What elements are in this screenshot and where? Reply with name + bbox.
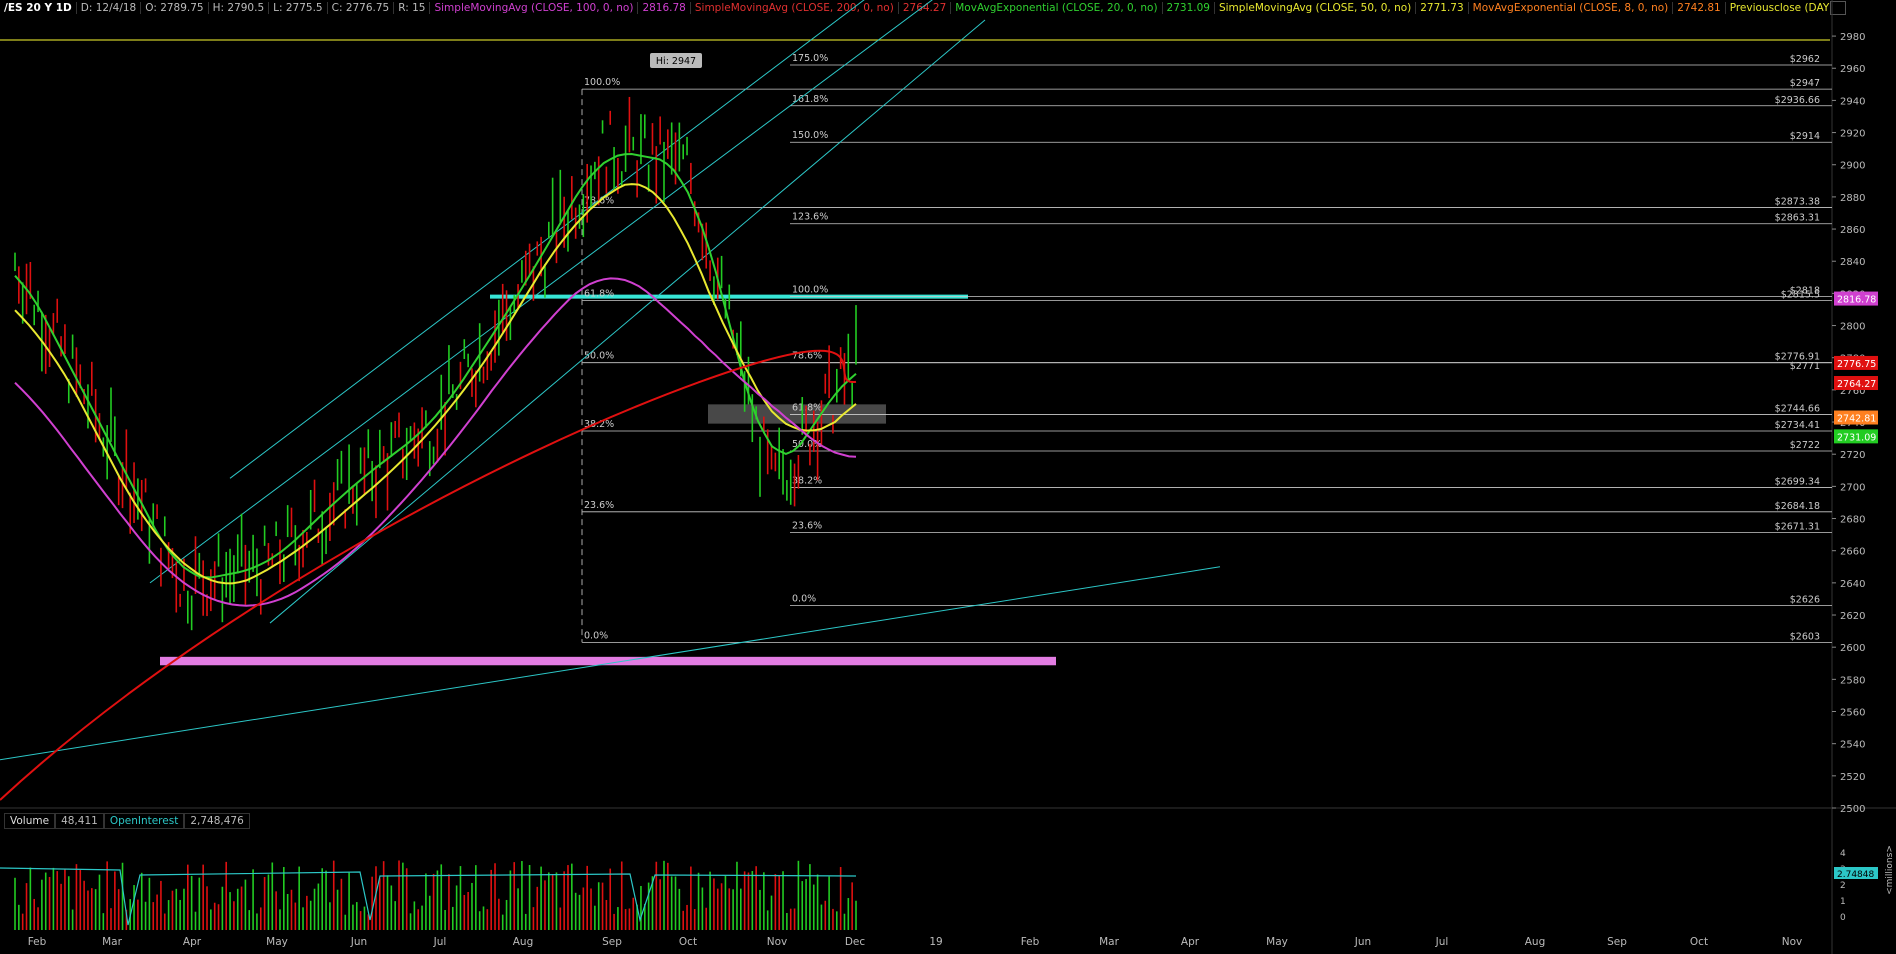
y-tick-label: 2620: [1840, 611, 1865, 622]
last-price-tag-label: 2776.75: [1837, 359, 1876, 370]
volume-tick-label: 4: [1840, 849, 1846, 859]
x-tick-label: 19: [929, 936, 942, 948]
x-tick-label: Oct: [679, 936, 697, 948]
volume-label[interactable]: Volume: [4, 813, 56, 829]
high-annotation: Hi: 2947: [656, 56, 696, 67]
fib-level-label: 175.0%: [792, 53, 828, 64]
fib-level-label: 0.0%: [584, 630, 608, 641]
x-tick-label: Aug: [1525, 936, 1546, 948]
fib-level-label: 161.8%: [792, 94, 828, 105]
x-tick-label: Oct: [1690, 936, 1708, 948]
fib-price-label: $2947: [1790, 78, 1820, 89]
fib-price-label: $2914: [1790, 131, 1820, 142]
volume-tick-label: 1: [1840, 897, 1846, 907]
channel-middle: [149, 0, 933, 584]
volume-tick-label: 2: [1840, 881, 1846, 891]
open-interest-label[interactable]: OpenInterest: [103, 813, 185, 829]
y-tick-label: 2580: [1840, 675, 1865, 686]
price-chart[interactable]: 2500 2520 2540 2560 2580 2600 2620 2640 2660 2680…: [0, 0, 1896, 954]
volume-tick-label: 0: [1840, 913, 1846, 923]
fib-price-label: $2771: [1790, 361, 1820, 372]
fib-price-label: $2815.5: [1781, 290, 1820, 301]
y-tick-label: 2880: [1840, 193, 1865, 204]
x-tick-label: Mar: [1099, 936, 1119, 948]
fib-level-label: 150.0%: [792, 130, 828, 141]
y-tick-label: 2840: [1840, 257, 1865, 268]
x-tick-label: Jun: [350, 936, 367, 948]
x-tick-label: Sep: [1607, 936, 1627, 948]
fib-level-label: 100.0%: [584, 77, 620, 88]
fib-level-label: 50.0%: [584, 351, 614, 362]
y-tick-label: 2560: [1840, 708, 1865, 719]
fib-price-label: $2936.66: [1775, 95, 1820, 106]
y-tick-label: 2960: [1840, 64, 1865, 75]
x-tick-label: Dec: [845, 936, 866, 948]
last-price-tag-label: 2816.78: [1837, 295, 1876, 306]
fib-level-label: 23.6%: [584, 500, 614, 511]
y-tick-label: 2600: [1840, 643, 1865, 654]
fib-price-label: $2863.31: [1775, 213, 1820, 224]
last-price-tag-label: 2742.81: [1837, 414, 1876, 425]
fib-level-label: 0.0%: [792, 593, 816, 604]
open-interest-line: [0, 867, 857, 926]
fib-price-label: $2722: [1790, 440, 1820, 451]
x-tick-label: Mar: [102, 936, 122, 948]
fib-level-label: 61.8%: [792, 403, 822, 414]
y-tick-label: 2520: [1840, 772, 1865, 783]
volume-unit-label: <millions>: [1885, 845, 1895, 895]
volume-value: 48,411: [55, 813, 104, 829]
fib-price-label: $2626: [1790, 594, 1820, 605]
y-tick-label: 2800: [1840, 322, 1865, 333]
last-price-tag-label: 2764.27: [1837, 379, 1876, 390]
x-tick-label: Sep: [602, 936, 622, 948]
x-tick-label: Nov: [767, 936, 788, 948]
x-tick-label: May: [266, 936, 288, 948]
x-tick-label: Jun: [1354, 936, 1371, 948]
fib-price-label: $2684.18: [1775, 501, 1820, 512]
y-tick-label: 2680: [1840, 515, 1865, 526]
y-tick-label: 2860: [1840, 225, 1865, 236]
fib-price-label: $2671.31: [1775, 522, 1820, 533]
volume-header: Volume 48,411 OpenInterest 2,748,476: [4, 813, 250, 829]
y-tick-label: 2660: [1840, 547, 1865, 558]
fib-level-label: 23.6%: [792, 521, 822, 532]
x-tick-label: Apr: [183, 936, 202, 948]
fib-price-label: $2962: [1790, 54, 1820, 65]
last-price-tag-label: 2731.09: [1837, 432, 1876, 443]
fib-price-label: $2734.41: [1775, 420, 1820, 431]
fib-price-label: $2699.34: [1775, 476, 1820, 487]
fib-level-label: 61.8%: [584, 289, 614, 300]
x-tick-label: Jul: [1435, 936, 1449, 948]
fib-level-label: 100.0%: [792, 285, 828, 296]
y-tick-label: 2720: [1840, 450, 1865, 461]
fib-price-label: $2603: [1790, 631, 1820, 642]
y-tick-label: 2500: [1840, 804, 1865, 815]
x-tick-label: Aug: [513, 936, 534, 948]
fib-level-label: 123.6%: [792, 212, 828, 223]
y-tick-label: 2700: [1840, 482, 1865, 493]
fib-level-label: 38.2%: [584, 419, 614, 430]
fib-price-label: $2744.66: [1775, 404, 1820, 415]
x-tick-label: May: [1266, 936, 1288, 948]
oi-tag-label: 2.74848: [1837, 870, 1874, 880]
x-tick-label: Feb: [1021, 936, 1040, 948]
fib-price-label: $2873.38: [1775, 197, 1820, 208]
x-tick-label: Apr: [1181, 936, 1200, 948]
x-tick-label: Nov: [1782, 936, 1803, 948]
x-tick-label: Feb: [28, 936, 47, 948]
y-tick-label: 2640: [1840, 579, 1865, 590]
x-tick-label: Jul: [433, 936, 447, 948]
y-tick-label: 2980: [1840, 32, 1865, 43]
y-tick-label: 2900: [1840, 161, 1865, 172]
y-tick-label: 2920: [1840, 129, 1865, 140]
y-tick-label: 2940: [1840, 96, 1865, 107]
open-interest-value: 2,748,476: [184, 813, 250, 829]
y-tick-label: 2540: [1840, 740, 1865, 751]
